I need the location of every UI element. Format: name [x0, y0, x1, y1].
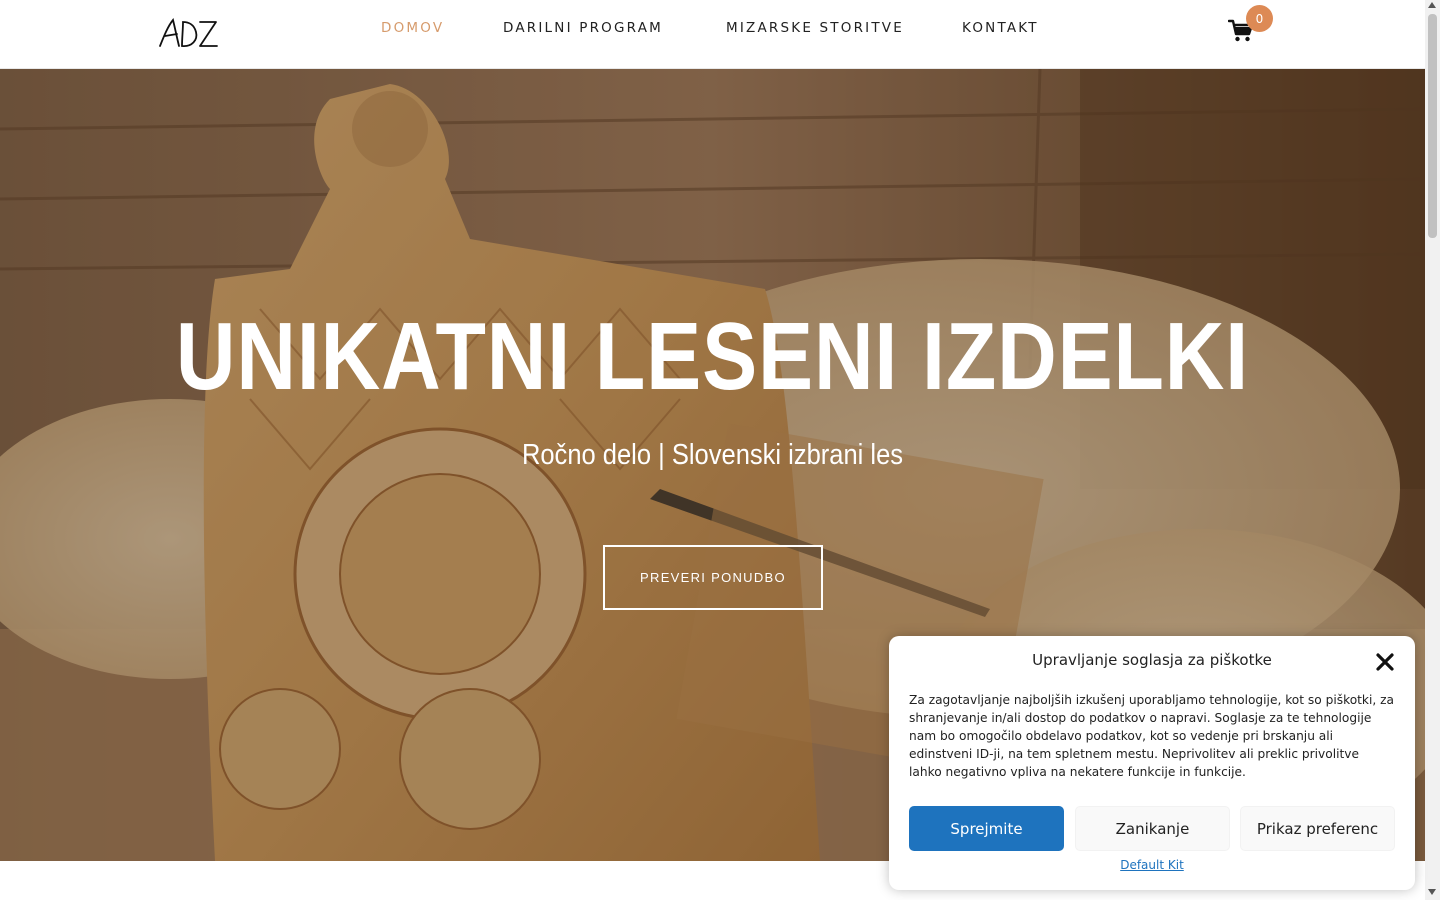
cookie-dialog-text: Za zagotavljanje najboljših izkušenj upo…	[909, 693, 1394, 779]
deny-cookies-button[interactable]: Zanikanje	[1075, 806, 1230, 851]
cookie-dialog-title: Upravljanje soglasja za piškotke	[1032, 651, 1272, 669]
site-logo[interactable]	[158, 14, 220, 54]
nav-item-kontakt[interactable]: KONTAKT	[962, 20, 1039, 36]
close-icon[interactable]	[1374, 651, 1396, 673]
hero-title: UNIKATNI LESENI IZDELKI	[175, 303, 1250, 410]
nav-item-darilni-program[interactable]: DARILNI PROGRAM	[503, 20, 663, 36]
view-offer-button[interactable]: PREVERI PONUDBO	[603, 545, 823, 610]
nav-item-domov[interactable]: DOMOV	[381, 20, 444, 36]
nav-item-mizarske-storitve[interactable]: MIZARSKE STORITVE	[726, 20, 904, 36]
site-header: DOMOV DARILNI PROGRAM MIZARSKE STORITVE …	[0, 0, 1425, 69]
hero-subtitle: Ročno delo | Slovenski izbrani les	[521, 439, 904, 471]
scroll-down-arrow-icon[interactable]	[1428, 889, 1436, 895]
accept-cookies-button[interactable]: Sprejmite	[909, 806, 1064, 851]
scrollbar-thumb[interactable]	[1428, 14, 1437, 238]
cart-count-badge: 0	[1246, 5, 1273, 32]
scroll-up-arrow-icon[interactable]	[1428, 2, 1436, 8]
logo-mark	[159, 18, 218, 47]
default-kit-link[interactable]: Default Kit	[889, 858, 1415, 872]
view-preferences-button[interactable]: Prikaz preferenc	[1240, 806, 1395, 851]
cookie-consent-dialog: Upravljanje soglasja za piškotke Za zago…	[889, 636, 1415, 890]
